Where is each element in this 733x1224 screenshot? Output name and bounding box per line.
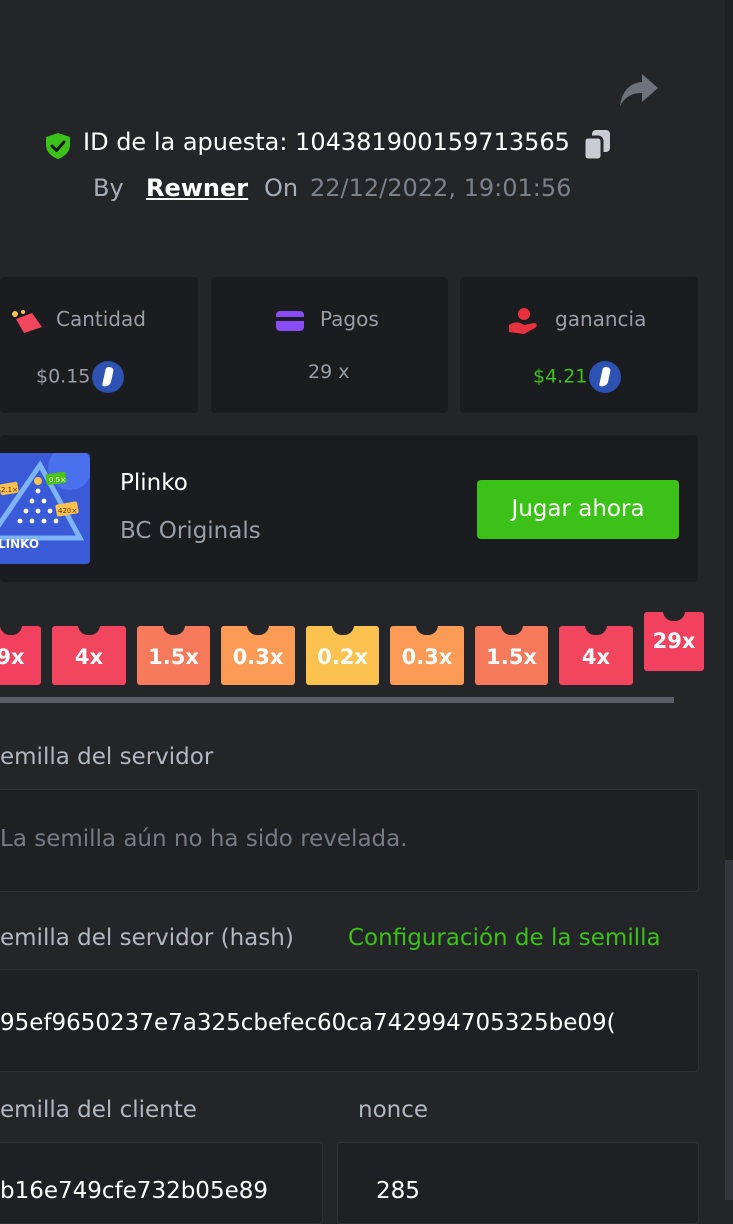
bucket-hit: 29x — [644, 611, 704, 671]
bucket: 4x — [559, 625, 633, 685]
bucket: 4x — [52, 625, 126, 685]
stat-card-amount: Cantidad $0.15 — [0, 277, 198, 413]
server-hash-value: 95ef9650237e7a325cbefec60ca742994705325b… — [0, 1010, 616, 1036]
profit-hand-icon — [509, 308, 537, 334]
on-label: On — [264, 174, 299, 202]
nonce-value: 285 — [376, 1178, 420, 1204]
server-seed-label: emilla del servidor — [0, 744, 214, 770]
game-name[interactable]: Plinko — [120, 470, 188, 496]
scrollbar-thumb[interactable] — [725, 0, 733, 860]
thumb-tag: 2.1× — [1, 486, 18, 494]
bet-datetime: 22/12/2022, 19:01:56 — [310, 174, 572, 202]
thumb-brand: LINKO — [0, 537, 39, 551]
card-icon — [276, 311, 304, 331]
bucket: 0.2x — [306, 625, 379, 685]
seed-settings-link[interactable]: Configuración de la semilla — [348, 925, 661, 951]
username-link[interactable]: Rewner — [146, 174, 248, 202]
coin-icon — [589, 361, 622, 393]
bucket: 0.3x — [390, 625, 464, 685]
bucket: 1.5x — [137, 625, 210, 685]
coin-icon — [92, 361, 125, 393]
bucket-track — [0, 697, 674, 703]
money-icon — [12, 310, 42, 333]
server-hash-label: emilla del servidor (hash) — [0, 925, 294, 951]
thumb-tag: 0.5× — [49, 476, 66, 484]
plinko-thumbnail-art: 0.5× 2.1× 420× LINKO — [0, 453, 90, 564]
game-thumbnail[interactable]: 0.5× 2.1× 420× LINKO — [0, 453, 90, 564]
share-icon[interactable] — [618, 70, 660, 110]
stat-card-payout: Pagos 29 x — [211, 277, 448, 413]
client-seed-label: emilla del cliente — [0, 1097, 197, 1123]
stat-label: ganancia — [555, 307, 647, 331]
stat-label: Pagos — [320, 307, 379, 331]
by-label: By — [93, 174, 124, 202]
stat-value: 29 x — [308, 361, 350, 383]
client-seed-value: b16e749cfe732b05e89 — [0, 1178, 268, 1204]
bucket: 1.5x — [475, 625, 548, 685]
stat-card-profit: ganancia $4.21 — [460, 277, 698, 413]
bet-id-text: ID de la apuesta: 104381900159713565 — [83, 128, 570, 156]
stat-label: Cantidad — [56, 307, 146, 331]
server-seed-value: La semilla aún no ha sido revelada. — [0, 826, 408, 852]
bucket: 0.3x — [221, 625, 295, 685]
play-now-button[interactable]: Jugar ahora — [477, 480, 679, 539]
bucket: 9x — [0, 625, 41, 685]
copy-icon[interactable] — [582, 128, 612, 162]
verified-shield-icon — [46, 133, 70, 159]
stat-value: $4.21 — [533, 361, 622, 393]
nonce-label: nonce — [358, 1097, 429, 1123]
stat-value: $0.15 — [36, 361, 125, 393]
thumb-tag: 420× — [58, 507, 77, 515]
game-provider: BC Originals — [120, 518, 261, 544]
